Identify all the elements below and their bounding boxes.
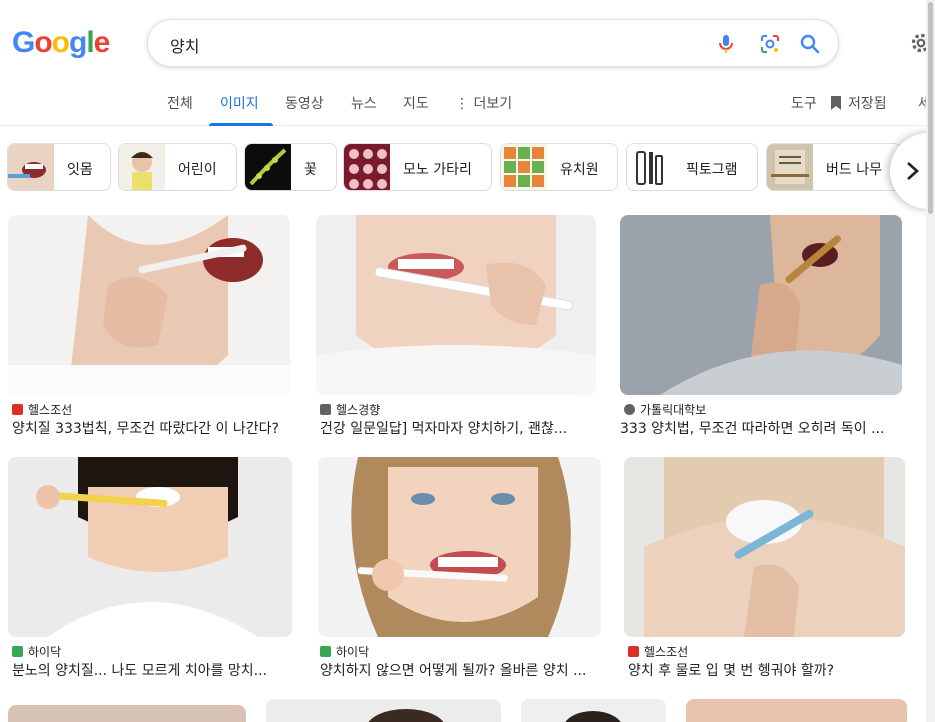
chip-pictogram[interactable]: 픽토그램	[626, 143, 758, 191]
result-thumbnail[interactable]	[620, 215, 902, 395]
tab-videos[interactable]: 동영상	[285, 93, 324, 113]
saved-label: 저장됨	[848, 96, 887, 112]
source-label: 헬스조선	[28, 403, 73, 417]
chevron-right-icon	[907, 162, 919, 180]
result-source[interactable]: 헬스조선	[12, 401, 72, 418]
search-input[interactable]: 양치	[170, 33, 199, 57]
chip-label: 유치원	[560, 162, 599, 178]
result-source[interactable]: 가톨릭대학보	[624, 401, 706, 418]
tab-more[interactable]: ⋮ 더보기	[455, 93, 512, 113]
chip-thumbnail	[119, 144, 165, 190]
source-label: 가톨릭대학보	[640, 403, 707, 417]
result-thumbnail[interactable]	[8, 215, 290, 395]
image-result[interactable]: 하이닥 양치하지 않으면 어떻게 될까? 올바른 양치 ...	[318, 457, 610, 682]
chip-label: 버드 나무	[826, 162, 882, 178]
result-title[interactable]: 건강 일문일답] 먹자마자 양치하기, 괜찮...	[320, 418, 584, 438]
chip-children[interactable]: 어린이	[118, 143, 237, 191]
source-label: 헬스조선	[644, 645, 689, 659]
image-result[interactable]: 하이닥 분노의 양치질... 나도 모르게 치아를 망치...	[8, 457, 302, 682]
favicon-icon	[624, 404, 635, 415]
tab-maps[interactable]: 지도	[403, 93, 429, 113]
result-thumbnail[interactable]	[316, 215, 596, 395]
chip-monogatari[interactable]: 모노 가타리	[343, 143, 492, 191]
tools-button[interactable]: 도구	[791, 93, 817, 113]
image-result[interactable]: 가톨릭대학보 333 양치법, 무조건 따라하면 오히려 독이 ...	[620, 215, 912, 440]
related-chips: 잇몸 어린이 꽃 모노 가타리 유치원 픽토그램 버드 나무	[0, 140, 935, 196]
google-logo[interactable]: Google	[12, 26, 110, 60]
bookmark-icon	[831, 96, 841, 110]
result-thumbnail-partial[interactable]	[266, 699, 501, 722]
chip-label: 픽토그램	[686, 162, 738, 178]
result-thumbnail-partial[interactable]	[521, 699, 666, 722]
result-title[interactable]: 분노의 양치질... 나도 모르게 치아를 망치...	[12, 660, 282, 680]
favicon-icon	[320, 404, 331, 415]
result-thumbnail[interactable]	[8, 457, 292, 637]
result-title[interactable]: 양치질 333법칙, 무조건 따랐다간 이 나간다?	[12, 418, 300, 438]
chip-gums[interactable]: 잇몸	[7, 143, 111, 191]
camera-lens-icon[interactable]	[758, 32, 782, 56]
chip-thumbnail	[627, 144, 673, 190]
chip-thumbnail	[344, 144, 390, 190]
result-title[interactable]: 양치 후 물로 입 몇 번 헹궈야 할까?	[628, 660, 900, 680]
result-source[interactable]: 헬스경향	[320, 401, 380, 418]
result-title[interactable]: 양치하지 않으면 어떻게 될까? 올바른 양치 ...	[320, 660, 600, 680]
tab-news[interactable]: 뉴스	[351, 93, 377, 113]
result-thumbnail-partial[interactable]	[8, 705, 246, 722]
favicon-icon	[12, 646, 23, 657]
image-result[interactable]: 헬스경향 건강 일문일답] 먹자마자 양치하기, 괜찮...	[316, 215, 608, 440]
result-thumbnail[interactable]	[624, 457, 905, 637]
result-source[interactable]: 헬스조선	[628, 643, 688, 660]
microphone-icon[interactable]	[714, 32, 738, 56]
tab-all[interactable]: 전체	[167, 93, 193, 113]
chip-label: 어린이	[178, 162, 217, 178]
source-label: 하이닥	[336, 645, 370, 659]
favicon-icon	[628, 646, 639, 657]
chip-kindergarten[interactable]: 유치원	[500, 143, 618, 191]
chip-label: 꽃	[304, 162, 317, 178]
image-result[interactable]: 헬스조선 양치 후 물로 입 몇 번 헹궈야 할까?	[624, 457, 914, 682]
image-result[interactable]: 헬스조선 양치질 333법칙, 무조건 따랐다간 이 나간다?	[8, 215, 302, 440]
chip-thumbnail	[501, 144, 547, 190]
result-thumbnail[interactable]	[318, 457, 601, 637]
chip-thumbnail	[245, 144, 291, 190]
result-title[interactable]: 333 양치법, 무조건 따라하면 오히려 독이 ...	[620, 418, 896, 438]
tab-images[interactable]: 이미지	[220, 93, 259, 113]
chip-label: 잇몸	[67, 162, 93, 178]
search-box[interactable]: 양치	[147, 19, 839, 67]
scrollbar-thumb[interactable]	[928, 2, 933, 214]
tab-more-label: 더보기	[473, 96, 513, 112]
chip-thumbnail	[8, 144, 54, 190]
source-label: 하이닥	[28, 645, 62, 659]
chip-willow[interactable]: 버드 나무	[766, 143, 902, 191]
result-source[interactable]: 하이닥	[12, 643, 61, 660]
favicon-icon	[12, 404, 23, 415]
saved-button[interactable]: 저장됨	[829, 93, 887, 113]
search-icon[interactable]	[798, 32, 822, 56]
chip-thumbnail	[767, 144, 813, 190]
more-vert-icon: ⋮	[455, 96, 469, 112]
active-tab-indicator	[209, 123, 273, 126]
chip-flower[interactable]: 꽃	[244, 143, 337, 191]
favicon-icon	[320, 646, 331, 657]
result-thumbnail-partial[interactable]	[686, 699, 907, 722]
chip-label: 모노 가타리	[403, 162, 472, 178]
source-label: 헬스경향	[336, 403, 381, 417]
search-tabs: 전체 이미지 동영상 뉴스 지도 ⋮ 더보기 도구 저장됨 세	[0, 80, 935, 126]
result-source[interactable]: 하이닥	[320, 643, 369, 660]
